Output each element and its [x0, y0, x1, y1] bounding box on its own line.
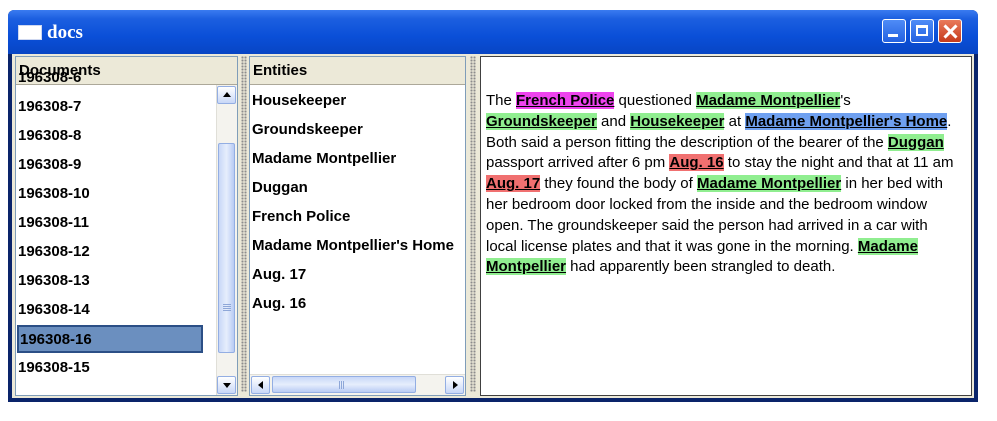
scroll-right-button[interactable] [445, 376, 464, 394]
arrow-right-icon [453, 381, 458, 389]
arrow-up-icon [223, 92, 231, 97]
entity-list-item[interactable]: Aug. 17 [252, 266, 306, 283]
documents-panel: Documents 196308-6 196308-7 196308-8 196308… [15, 56, 238, 396]
text-segment: to stay the night and that at 11 am [723, 154, 954, 172]
entity-list-item[interactable]: Duggan [252, 179, 308, 196]
arrow-left-icon [258, 381, 263, 389]
window-title: docs [47, 22, 83, 43]
entity-list-item[interactable]: Madame Montpellier [252, 150, 396, 167]
entities-panel: Entities Housekeeper Groundskeeper Madame … [249, 56, 466, 396]
document-text[interactable]: The French Police questioned Madame Mont… [486, 91, 956, 278]
entities-header: Entities [250, 57, 465, 85]
entity-highlight-person[interactable]: Groundskeeper [486, 112, 597, 130]
text-segment: had apparently been strangled to death. [566, 258, 836, 276]
entity-highlight-person[interactable]: Madame Montpellier [696, 92, 841, 109]
text-segment: The [486, 92, 517, 109]
entity-list-item[interactable]: French Police [252, 208, 350, 225]
arrow-down-icon [223, 383, 231, 388]
document-list-item[interactable]: 196308-13 [18, 267, 90, 289]
document-list-item[interactable]: 196308-9 [18, 151, 81, 173]
document-list-item[interactable]: 196308-8 [18, 122, 81, 144]
title-bar[interactable]: docs [8, 10, 978, 54]
entity-list-item[interactable]: Madame Montpellier's Home [252, 237, 454, 254]
document-list-item[interactable]: 196308-12 [18, 238, 90, 260]
document-list-item[interactable]: 196308-16 [17, 325, 203, 353]
entity-highlight-date[interactable]: Aug. 16 [669, 154, 724, 172]
text-segment: and [596, 112, 631, 130]
text-segment: at [724, 112, 746, 130]
document-list-item[interactable]: 196308-11 [18, 209, 89, 231]
split-divider-right[interactable] [468, 54, 478, 398]
minimize-button[interactable] [882, 19, 906, 43]
entity-highlight-location[interactable]: Madame Montpellier's Home [745, 112, 948, 130]
entity-highlight-person[interactable]: Duggan [887, 133, 944, 151]
document-list-item[interactable]: 196308-6 [18, 64, 81, 86]
documents-scroll-thumb[interactable] [218, 143, 235, 353]
entity-list-item[interactable]: Groundskeeper [252, 121, 363, 138]
entities-horizontal-scrollbar[interactable] [250, 374, 465, 395]
entity-highlight-date[interactable]: Aug. 17 [486, 175, 541, 193]
entity-highlight-person[interactable]: Madame Montpellier [696, 175, 842, 193]
text-segment: passport arrived after 6 pm [486, 154, 670, 172]
document-list-item[interactable]: 196308-7 [18, 93, 81, 115]
maximize-button[interactable] [910, 19, 934, 43]
entity-highlight-person[interactable]: Housekeeper [630, 112, 725, 130]
entities-scroll-thumb[interactable] [272, 376, 416, 393]
scroll-up-button[interactable] [217, 86, 236, 104]
text-segment: questioned [614, 92, 697, 109]
scroll-left-button[interactable] [251, 376, 270, 394]
text-segment: they found the body of [540, 175, 697, 193]
entity-list-item[interactable]: Aug. 16 [252, 295, 306, 312]
window-client-area: Documents 196308-6 196308-7 196308-8 196308… [12, 54, 974, 398]
close-button[interactable] [938, 19, 962, 43]
split-divider-left[interactable] [239, 54, 249, 398]
text-segment: 's [840, 92, 851, 109]
entity-list-item[interactable]: Housekeeper [252, 92, 346, 109]
document-list-item[interactable]: 196308-10 [18, 180, 90, 202]
window-icon [18, 25, 42, 40]
entity-highlight-organization[interactable]: French Police [516, 92, 615, 109]
documents-vertical-scrollbar[interactable] [216, 85, 237, 395]
scroll-down-button[interactable] [217, 376, 236, 394]
document-text-panel: The French Police questioned Madame Mont… [480, 56, 972, 396]
document-list-item[interactable]: 196308-15 [18, 354, 90, 376]
docs-window: docs Documents 196308-6 196308-7 196308-8 1… [8, 10, 978, 402]
document-list-item[interactable]: 196308-14 [18, 296, 90, 318]
